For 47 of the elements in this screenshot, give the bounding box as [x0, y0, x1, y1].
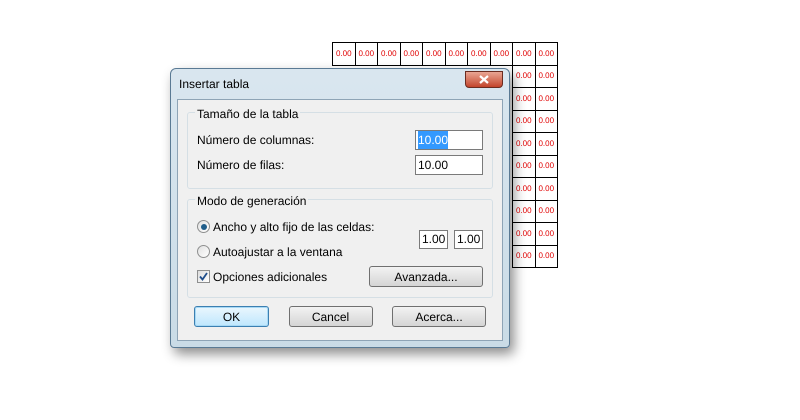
table-cell: 0.00 — [490, 43, 513, 66]
table-cell: 0.00 — [400, 43, 423, 66]
table-cell: 0.00 — [333, 43, 356, 66]
checkbox-label: Opciones adicionales — [213, 268, 328, 286]
dialog-button[interactable]: Cancel — [288, 306, 372, 327]
radio-button[interactable] — [197, 245, 210, 258]
table-cell: 0.00 — [513, 133, 536, 156]
table-cell: 0.00 — [513, 246, 536, 268]
table-cell: 0.00 — [536, 110, 558, 133]
table-cell: 0.00 — [536, 88, 558, 110]
radio-label: Autoajustar a la ventana — [213, 244, 342, 260]
table-cell: 0.00 — [513, 156, 536, 178]
table-cell: 0.00 — [536, 200, 558, 223]
table-cell: 0.00 — [513, 200, 536, 223]
close-button[interactable] — [465, 70, 503, 88]
table-cell: 0.00 — [536, 66, 558, 88]
table-cell: 0.00 — [468, 43, 490, 66]
table-cell: 0.00 — [513, 43, 536, 66]
radio-button[interactable] — [197, 220, 210, 233]
checkbox[interactable] — [197, 270, 210, 283]
radio-label: Ancho y alto fijo de las celdas: — [213, 218, 374, 236]
table-cell: 0.00 — [536, 246, 558, 268]
field-label: Número de filas: — [197, 156, 284, 174]
number-field[interactable]: 1.00 — [454, 230, 483, 248]
table-cell: 0.00 — [536, 133, 558, 156]
close-icon — [479, 74, 489, 84]
table-cell: 0.00 — [423, 43, 446, 66]
table-cell: 0.00 — [446, 43, 468, 66]
table-cell: 0.00 — [513, 178, 536, 200]
dialog-button[interactable]: Acerca... — [392, 306, 486, 327]
number-field[interactable]: 1.00 — [419, 230, 448, 248]
table-cell: 0.00 — [536, 178, 558, 200]
table-cell: 0.00 — [513, 223, 536, 246]
table-cell: 0.00 — [536, 43, 558, 66]
table-cell: 0.00 — [513, 110, 536, 133]
table-cell: 0.00 — [536, 223, 558, 246]
table-cell: 0.00 — [378, 43, 400, 66]
number-field[interactable]: 10.00 — [415, 154, 483, 174]
checkmark-icon — [199, 272, 208, 281]
dialog-button[interactable]: OK — [194, 306, 269, 327]
table-cell: 0.00 — [536, 156, 558, 178]
table-cell: 0.00 — [356, 43, 378, 66]
dialog-button[interactable]: Avanzada... — [369, 266, 483, 287]
field-label: Número de columnas: — [197, 132, 314, 148]
table-cell: 0.00 — [513, 88, 536, 110]
window-title: Insertar tabla — [179, 76, 250, 93]
table-cell: 0.00 — [513, 66, 536, 88]
